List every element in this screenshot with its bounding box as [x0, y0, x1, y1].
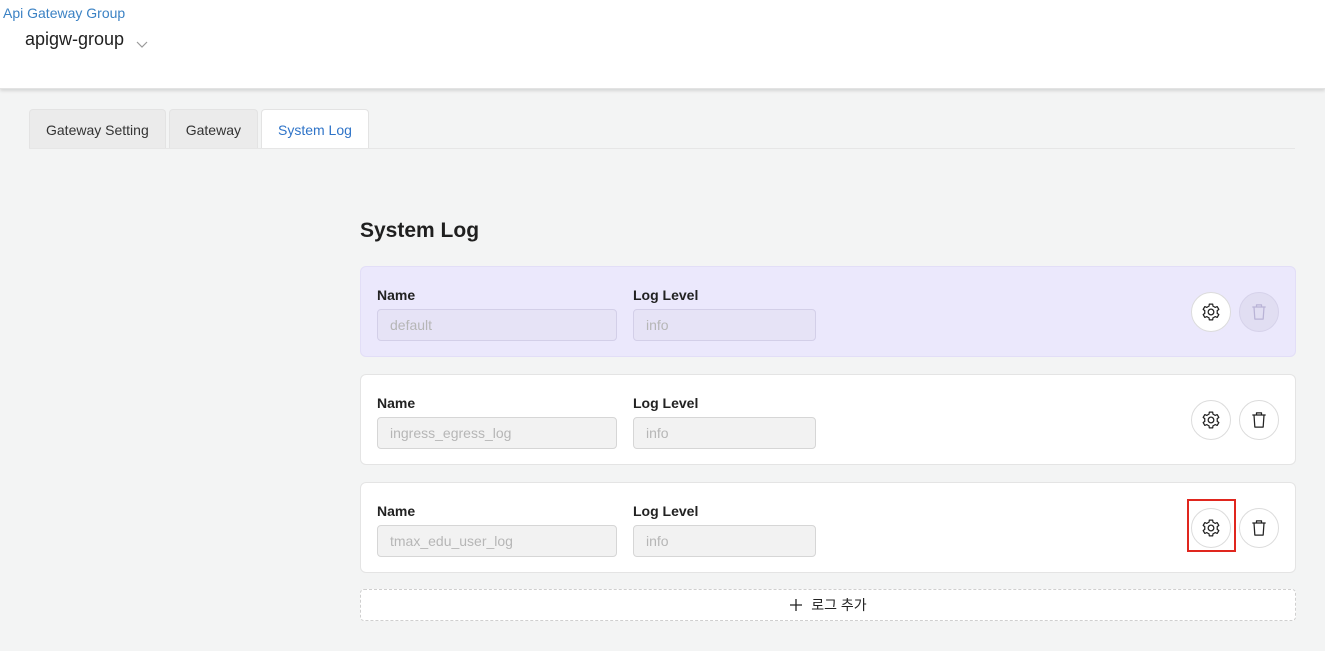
tab-bar: Gateway Setting Gateway System Log [29, 109, 369, 149]
add-log-button[interactable]: 로그 추가 [360, 589, 1296, 621]
delete-button [1239, 292, 1279, 332]
log-card-tmax-edu-user: Name tmax_edu_user_log Log Level info [360, 482, 1296, 573]
settings-button[interactable] [1191, 508, 1231, 548]
group-selector[interactable]: apigw-group [25, 29, 148, 50]
plus-icon [790, 599, 803, 611]
gear-icon [1202, 411, 1220, 429]
log-level-field[interactable]: info [633, 309, 816, 341]
tab-gateway-setting[interactable]: Gateway Setting [29, 109, 166, 149]
settings-button[interactable] [1191, 400, 1231, 440]
add-log-label: 로그 추가 [811, 597, 867, 613]
delete-button[interactable] [1239, 508, 1279, 548]
delete-button[interactable] [1239, 400, 1279, 440]
log-card-ingress-egress: Name ingress_egress_log Log Level info [360, 374, 1296, 465]
name-field[interactable]: ingress_egress_log [377, 417, 617, 449]
chevron-down-icon [136, 36, 148, 48]
section-title: System Log [360, 219, 480, 242]
name-label: Name [377, 287, 416, 303]
trash-icon [1252, 520, 1266, 536]
tab-system-log[interactable]: System Log [260, 109, 369, 149]
log-level-label: Log Level [633, 395, 699, 411]
name-label: Name [377, 395, 416, 411]
tab-gateway[interactable]: Gateway [168, 109, 258, 149]
settings-button[interactable] [1191, 292, 1231, 332]
log-level-label: Log Level [633, 503, 699, 519]
trash-icon [1252, 412, 1266, 428]
log-level-field[interactable]: info [633, 417, 816, 449]
name-field[interactable]: tmax_edu_user_log [377, 525, 617, 557]
breadcrumb-link[interactable]: Api Gateway Group [3, 5, 125, 21]
tab-divider [29, 148, 1295, 149]
name-field[interactable]: default [377, 309, 617, 341]
page-header: Api Gateway Group apigw-group [0, 0, 1325, 89]
log-level-field[interactable]: info [633, 525, 816, 557]
gear-icon [1202, 519, 1220, 537]
name-label: Name [377, 503, 416, 519]
gear-icon [1202, 303, 1220, 321]
trash-icon [1252, 304, 1266, 320]
group-name: apigw-group [25, 29, 125, 49]
log-level-label: Log Level [633, 287, 699, 303]
log-card-default: Name default Log Level info [360, 266, 1296, 357]
